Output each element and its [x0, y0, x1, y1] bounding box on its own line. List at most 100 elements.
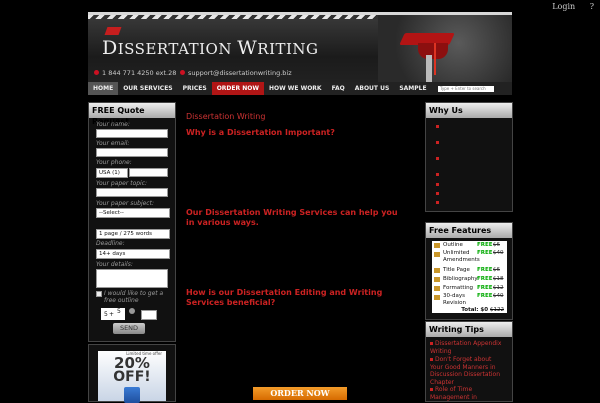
why-us-panel: Why Us	[425, 102, 513, 212]
bullet-icon	[430, 358, 433, 361]
writing-tips-panel: Writing Tips Dissertation Appendix Writi…	[425, 321, 513, 402]
page-title: Dissertation Writing	[186, 112, 266, 121]
nav-order-now[interactable]: ORDER NOW	[211, 82, 264, 95]
header-phone: 1 844 771 4250 ext.28	[94, 69, 176, 77]
feature-free: FREE	[477, 250, 493, 256]
send-button[interactable]: SEND	[113, 323, 145, 334]
subject-select[interactable]: --Select--	[96, 208, 170, 218]
feature-free: FREE	[477, 276, 493, 282]
feature-icon	[434, 252, 440, 257]
details-textarea[interactable]	[96, 269, 168, 288]
logo-initial2: W	[237, 37, 258, 59]
login-link[interactable]: Login	[552, 2, 575, 11]
phone-text: 1 844 771 4250 ext.28	[102, 69, 177, 77]
logo-word2: RITING	[257, 40, 319, 58]
feature-icon	[434, 243, 440, 248]
details-label: Your details:	[96, 261, 133, 268]
nav-prices[interactable]: PRICES	[178, 82, 212, 95]
main-nav: HOME OUR SERVICES PRICES ORDER NOW HOW W…	[88, 82, 512, 95]
feature-name: Outline	[443, 242, 463, 248]
feature-icon	[434, 295, 440, 300]
captcha-help-icon[interactable]	[129, 308, 135, 314]
phone-label: Your phone:	[96, 159, 132, 166]
pages-select[interactable]: 1 page / 275 words	[96, 229, 170, 239]
topic-label: Your paper topic:	[96, 180, 148, 187]
tip-link[interactable]: Role of Time Management in	[430, 386, 506, 401]
bullet-icon	[436, 157, 439, 160]
tip-link[interactable]: Don't Forget about Your Good Manners in …	[430, 356, 506, 386]
feature-row: Bibliography FREE $18	[432, 275, 507, 284]
free-features-title: Free Features	[426, 223, 512, 238]
phone-field[interactable]	[129, 168, 168, 177]
subject-label: Your paper subject:	[96, 200, 154, 207]
why-us-title: Why Us	[426, 103, 512, 118]
outline-checkbox-label: I would like to get a free outline	[104, 290, 164, 304]
graduation-cap-base	[418, 43, 448, 59]
feature-name: 30-days Revision	[443, 293, 466, 306]
feature-name: Bibliography	[443, 276, 478, 282]
fork-icon	[426, 55, 432, 85]
tip-link[interactable]: Dissertation Appendix Writing	[430, 340, 506, 355]
order-now-button[interactable]: ORDER NOW	[253, 387, 347, 400]
help-link[interactable]: ?	[590, 2, 594, 11]
email-label: Your email:	[96, 140, 130, 147]
promo-banner[interactable]: Limited time offer 20% OFF!	[98, 351, 166, 403]
nav-how-we-work[interactable]: HOW WE WORK	[264, 82, 327, 95]
captcha-box: 5 + 5	[101, 308, 125, 320]
features-total: Total: $0 $122	[432, 307, 507, 314]
total-label: Total: $0	[461, 307, 489, 313]
logo-word1: ISSERTATION	[117, 40, 238, 58]
promo-arrow-icon	[124, 387, 140, 403]
feature-icon	[434, 277, 440, 282]
logo-initial: D	[102, 37, 118, 59]
feature-icon	[434, 268, 440, 273]
feature-price: $18	[493, 276, 504, 282]
nav-faq[interactable]: FAQ	[327, 82, 350, 95]
deadline-select[interactable]: 14+ days	[96, 249, 170, 259]
topic-field[interactable]	[96, 188, 168, 197]
tassel-icon	[434, 43, 436, 75]
writing-tips-title: Writing Tips	[426, 322, 512, 337]
mail-icon	[180, 70, 185, 75]
logo-cap-icon	[104, 27, 122, 35]
feature-name: Unlimited Amendments	[443, 250, 480, 263]
tip-text: Don't Forget about Your Good Manners in …	[430, 356, 501, 386]
nav-sample[interactable]: SAMPLE	[394, 82, 431, 95]
tip-text: Dissertation Appendix Writing	[430, 340, 502, 355]
outline-checkbox[interactable]	[96, 291, 102, 297]
search-input[interactable]	[438, 85, 494, 92]
bullet-icon	[436, 125, 439, 128]
feature-price: $40	[493, 250, 504, 256]
feature-name: Formatting	[443, 285, 474, 291]
bullet-icon	[436, 201, 439, 204]
quote-request-panel: FREE Quote Request Your name: Your email…	[88, 102, 176, 342]
nav-about-us[interactable]: ABOUT US	[350, 82, 395, 95]
nav-home[interactable]: HOME	[88, 82, 119, 95]
feature-free: FREE	[477, 267, 493, 273]
header-illustration	[378, 15, 512, 85]
country-select[interactable]: USA (1)	[96, 168, 128, 178]
name-field[interactable]	[96, 129, 168, 138]
bullet-icon	[436, 141, 439, 144]
site-logo[interactable]: DISSERTATION WRITING	[102, 37, 319, 59]
captcha-answer-field[interactable]	[141, 310, 157, 320]
bullet-icon	[430, 342, 433, 345]
bullet-icon	[436, 173, 439, 176]
email-text: support@dissertationwriting.biz	[188, 69, 292, 77]
feature-price: $40	[493, 293, 504, 299]
nav-our-services[interactable]: OUR SERVICES	[118, 82, 177, 95]
promo-panel: Limited time offer 20% OFF!	[88, 344, 176, 403]
feature-price: $12	[493, 285, 504, 291]
deadline-label: Deadline:	[96, 240, 125, 247]
feature-price: $6	[493, 267, 500, 273]
feature-row: 30-days Revision FREE $40	[432, 293, 507, 307]
email-field[interactable]	[96, 148, 168, 157]
captcha-a: 5	[104, 311, 108, 318]
header-email[interactable]: support@dissertationwriting.biz	[180, 69, 292, 77]
bullet-icon	[436, 183, 439, 186]
feature-icon	[434, 286, 440, 291]
feature-free: FREE	[477, 242, 493, 248]
captcha-plus: +	[109, 311, 115, 318]
bullet-icon	[436, 192, 439, 195]
feature-price: $6	[493, 242, 500, 248]
